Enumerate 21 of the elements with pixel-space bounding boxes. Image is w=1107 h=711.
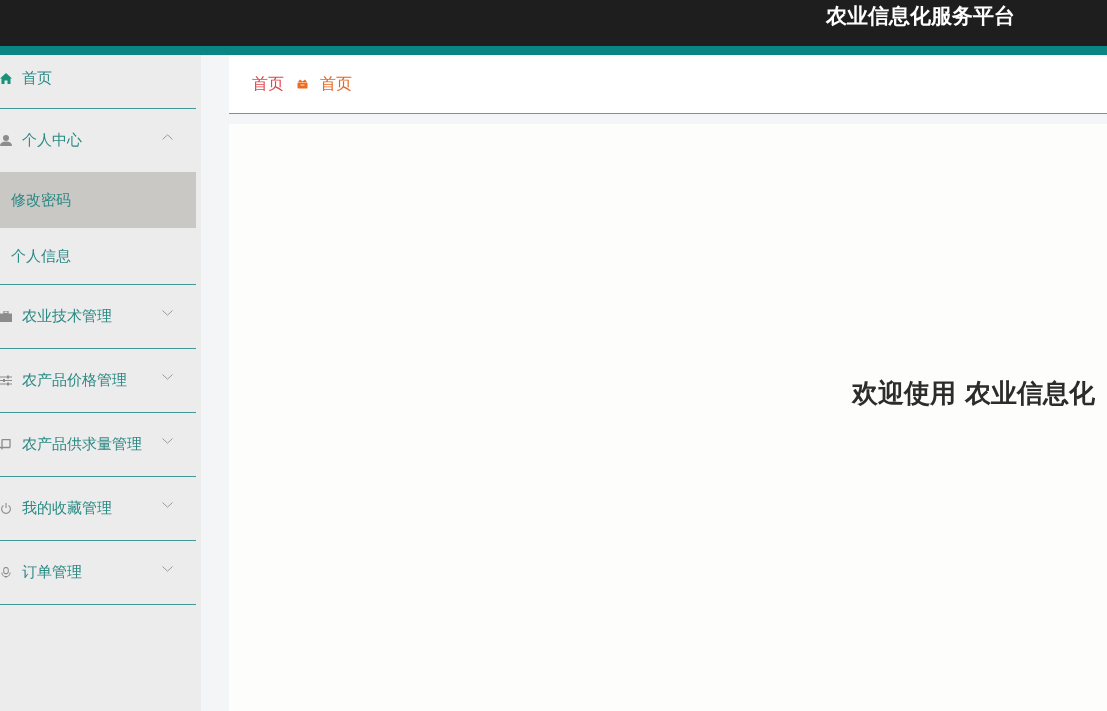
submenu-item[interactable]: 修改密码	[0, 172, 196, 228]
menu-item[interactable]: 农产品供求量管理	[0, 413, 196, 476]
welcome-heading: 欢迎使用 农业信息化	[852, 377, 1097, 410]
menu-item[interactable]: 农产品价格管理	[0, 349, 196, 412]
frame-icon	[0, 439, 12, 450]
sliders-icon	[0, 375, 12, 386]
breadcrumb-current: 首页	[320, 73, 352, 95]
briefcase-icon	[0, 311, 12, 322]
basket-icon	[297, 79, 308, 89]
user-icon	[0, 135, 12, 146]
menu-item[interactable]: 个人中心	[0, 109, 196, 172]
menu-item[interactable]: 我的收藏管理	[0, 477, 196, 540]
submenu-item[interactable]: 个人信息	[0, 228, 196, 284]
app-title: 农业信息化服务平台	[826, 3, 1015, 30]
menu-item[interactable]: 首页	[0, 55, 196, 108]
home-icon	[0, 73, 12, 84]
breadcrumb-link[interactable]: 首页	[252, 73, 284, 95]
microphone-icon	[0, 567, 12, 578]
menu-item[interactable]: 订单管理	[0, 541, 196, 604]
menu-item[interactable]: 农业技术管理	[0, 285, 196, 348]
power-icon	[0, 503, 12, 514]
